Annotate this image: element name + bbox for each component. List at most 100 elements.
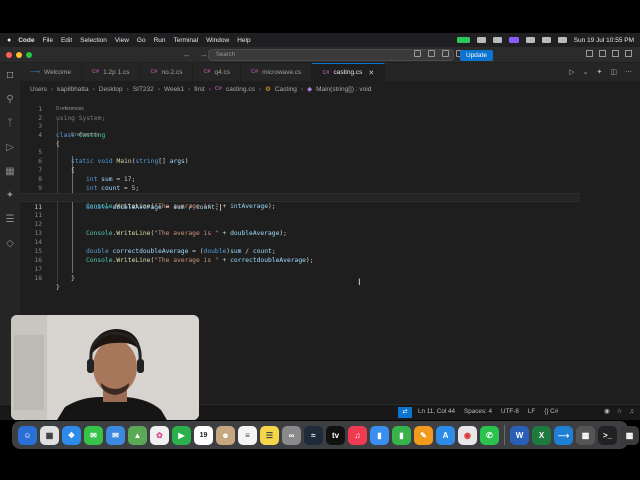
code-line[interactable]: 15 Console.WriteLine("The average is " +… [20,238,640,264]
copilot-edit-icon[interactable]: ✦ [597,68,603,76]
breadcrumb-item[interactable]: Users [30,86,47,93]
menu-view[interactable]: View [115,37,129,44]
qr-scanner-icon[interactable]: ▩ [576,425,595,445]
menu-edit[interactable]: Edit [61,37,72,44]
tab-no-2[interactable]: C# no.2.cs [140,63,194,81]
references-codelens[interactable]: 0 references [56,106,84,113]
vscode-dock-icon[interactable]: ⟶ [554,425,573,445]
facetime-icon[interactable]: ▶ [172,425,191,445]
end-of-line[interactable]: LF [528,408,535,415]
feedback-icon[interactable]: ☆ [617,408,623,415]
breadcrumb-item[interactable]: Week1 [164,86,184,93]
reminders-icon[interactable]: ≡ [238,425,257,445]
breadcrumb-item[interactable]: kapilbhatta [57,86,88,93]
more-actions-icon[interactable]: ⋯ [625,68,632,76]
menu-run[interactable]: Run [154,37,166,44]
calendar-icon[interactable]: 19 [194,425,213,445]
code-line[interactable]: 1 using System; [20,96,640,122]
notes-icon[interactable]: ☰ [260,425,279,445]
facetime-status-icon[interactable] [456,37,470,43]
safari-icon[interactable]: ❖ [62,425,81,445]
zoom-window-button[interactable] [26,51,32,58]
music-icon[interactable]: ♫ [348,425,367,445]
explorer-icon[interactable]: □ [0,63,20,87]
code-line[interactable]: 12 Console.WriteLine("The average is " +… [20,211,640,237]
mail-icon[interactable]: ✉ [106,425,125,445]
apple-menu-icon[interactable]: ● [7,37,11,44]
breadcrumb-item[interactable]: casting.cs [226,86,255,93]
tab-1-2p-1[interactable]: C# 1.2p 1.cs [82,63,141,81]
split-editor-icon[interactable]: ◫ [610,68,617,76]
code-line[interactable]: 8 int count = 5; [20,166,640,192]
menu-help[interactable]: Help [237,37,250,44]
contacts-icon[interactable]: ☻ [216,425,235,445]
code-line[interactable]: 4 { [20,122,640,148]
word-icon[interactable]: W [510,425,529,445]
source-control-icon[interactable]: ᛉ [0,111,20,135]
layout-icon[interactable] [442,50,449,57]
minimize-window-button[interactable] [16,51,22,58]
search-icon[interactable]: ⚲ [0,87,20,111]
code-line[interactable]: 16 [20,247,640,264]
sparkle-icon[interactable] [428,50,435,57]
app-store-icon[interactable]: A [436,425,455,445]
run-debug-icon[interactable]: ▷ [0,135,20,159]
code-line[interactable]: 6 { [20,148,640,174]
notifications-bell-icon[interactable]: ♫ [629,408,634,415]
tab-welcome[interactable]: ⟶ Welcome [20,63,83,81]
copilot-icon[interactable] [414,50,421,57]
menubar-clock[interactable]: Sun 19 Jul 10:55 PM [574,37,634,44]
apple-tv-icon[interactable]: tv [326,425,345,445]
chrome-icon[interactable]: ◉ [458,425,477,445]
launchpad-icon[interactable]: ▦ [40,425,59,445]
code-line[interactable]: 11 [20,202,640,219]
toggle-panel-icon[interactable] [599,50,606,57]
tab-casting[interactable]: C# casting.cs ✕ [312,63,386,81]
numbers-icon[interactable]: ▮ [392,425,411,445]
maps-icon[interactable]: ▲ [128,425,147,445]
menu-app-name[interactable]: Code [18,37,34,44]
back-arrow-icon[interactable]: ← [183,50,191,59]
terminal-icon[interactable]: >_ [598,425,617,445]
code-line[interactable]: 5 static void Main(string[] args) [20,139,640,165]
forward-arrow-icon[interactable]: → [200,50,208,59]
testing-icon[interactable]: ☰ [0,207,20,231]
code-line[interactable]: 13 [20,220,640,237]
menu-selection[interactable]: Selection [80,37,107,44]
menu-file[interactable]: File [42,37,52,44]
language-mode[interactable]: {} C# [544,408,558,415]
customize-layout-icon[interactable] [625,50,632,57]
breadcrumb-item[interactable]: SIT232 [133,86,154,93]
breadcrumb-item[interactable]: Desktop [99,86,123,93]
pages-icon[interactable]: ✎ [414,425,433,445]
encoding[interactable]: UTF-8 [501,408,519,415]
code-line[interactable]: 10 Console.WriteLine("The average is " +… [20,184,640,210]
code-line[interactable]: 17 } [20,256,640,282]
code-line[interactable]: 18 } [20,265,640,291]
close-window-button[interactable] [6,51,12,58]
update-button[interactable]: Update [460,50,493,61]
run-dropdown-icon[interactable]: ⌄ [583,68,589,76]
references-codelens[interactable]: 0 references [71,132,99,139]
keynote-icon[interactable]: ▮ [370,425,389,445]
breadcrumb-item[interactable]: first [194,86,204,93]
remote-indicator-icon[interactable]: ⇄ [398,407,412,418]
freeform-icon[interactable]: ∞ [282,425,301,445]
excel-icon[interactable]: X [532,425,551,445]
whatsapp-icon[interactable]: ✆ [480,425,499,445]
screen-record-icon[interactable] [508,37,519,43]
messages-icon[interactable]: ✉ [84,425,103,445]
code-line[interactable]: 3 class Casting [20,113,640,139]
cursor-position[interactable]: Ln 11, Col 44 [418,408,455,415]
toggle-secondary-sidebar-icon[interactable] [612,50,619,57]
copilot-chat-icon[interactable]: ✦ [0,183,20,207]
toggle-sidebar-icon[interactable] [586,50,593,57]
code-line[interactable]: 7 int sum = 17; [20,157,640,183]
breadcrumb-item[interactable]: Casting [275,86,297,93]
menu-go[interactable]: Go [137,37,146,44]
menu-terminal[interactable]: Terminal [174,37,199,44]
photos-icon[interactable]: ✿ [150,425,169,445]
indentation[interactable]: Spaces: 4 [464,408,492,415]
stocks-icon[interactable]: ≈ [304,425,323,445]
run-icon[interactable]: ▷ [569,68,574,76]
